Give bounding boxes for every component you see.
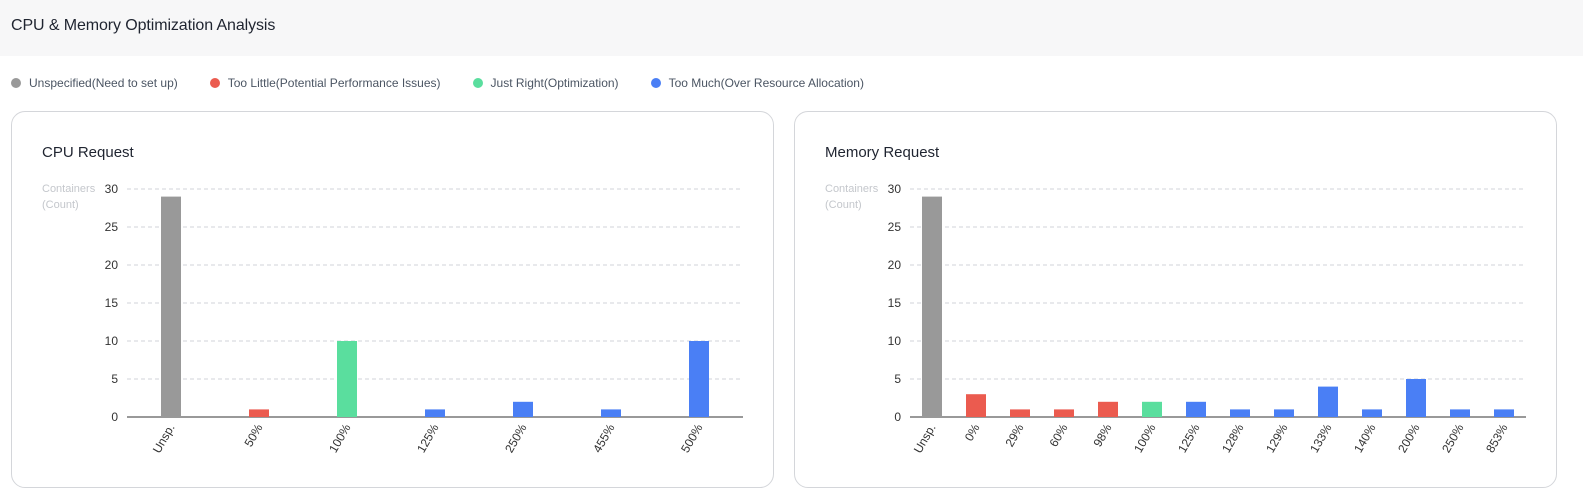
memory-bar[interactable] — [1186, 401, 1206, 417]
cpu-bar[interactable] — [689, 341, 709, 417]
legend-dot-just-right-icon — [472, 78, 483, 88]
memory-ylabel: Containers — [825, 183, 879, 195]
legend-label: Too Much(Over Resource Allocation) — [668, 76, 864, 90]
cpu-xtick-label: 125% — [414, 421, 442, 455]
cpu-xtick-label: Unsp. — [150, 422, 178, 456]
chart-legend: Unspecified(Need to set up) Too Little(P… — [11, 76, 896, 90]
memory-bar[interactable] — [1230, 409, 1250, 417]
memory-xtick-label: 125% — [1175, 421, 1203, 455]
memory-xtick-label: Unsp. — [911, 422, 939, 456]
memory-xtick-label: 133% — [1307, 421, 1335, 455]
memory-ytick-label: 15 — [888, 296, 902, 310]
memory-ytick-label: 5 — [894, 372, 901, 386]
memory-bar[interactable] — [1054, 409, 1074, 417]
memory-xtick-label: 250% — [1439, 421, 1467, 455]
memory-bar[interactable] — [966, 394, 986, 417]
page-title: CPU & Memory Optimization Analysis — [11, 17, 276, 34]
cpu-ytick-label: 10 — [105, 334, 119, 348]
memory-xtick-label: 29% — [1002, 421, 1026, 449]
memory-xtick-label: 200% — [1395, 421, 1423, 455]
memory-bar[interactable] — [1406, 379, 1426, 417]
cpu-request-chart: Containers (Count) 0 5 10 15 20 25 30 Unsp. 50% 100… — [42, 182, 743, 456]
memory-xtick-label: 853% — [1483, 421, 1511, 455]
memory-bar[interactable] — [1098, 401, 1118, 417]
memory-bar[interactable] — [1318, 386, 1338, 417]
cpu-bar[interactable] — [513, 401, 533, 417]
memory-ylabel: (Count) — [825, 199, 862, 211]
memory-bar[interactable] — [1142, 401, 1162, 417]
cpu-ytick-label: 15 — [105, 296, 119, 310]
legend-label: Just Right(Optimization) — [490, 76, 619, 90]
memory-request-chart: Containers (Count) 0 5 10 15 20 25 30 Unsp. 0% 29% 6… — [825, 182, 1526, 456]
cpu-xtick-label: 50% — [241, 421, 265, 449]
memory-xtick-label: 140% — [1351, 421, 1379, 455]
legend-label: Too Little(Potential Performance Issues) — [227, 76, 441, 90]
memory-bar[interactable] — [1010, 409, 1030, 417]
cpu-ylabel: Containers — [42, 183, 96, 195]
legend-item-too-much[interactable]: Too Much(Over Resource Allocation) — [650, 76, 864, 90]
legend-dot-unspecified-icon — [11, 78, 21, 88]
memory-ytick-label: 20 — [888, 258, 902, 272]
cpu-bar[interactable] — [601, 409, 621, 417]
legend-label: Unspecified(Need to set up) — [29, 76, 178, 90]
legend-item-just-right[interactable]: Just Right(Optimization) — [472, 76, 619, 90]
page-header: CPU & Memory Optimization Analysis — [0, 0, 1583, 56]
memory-xtick-label: 129% — [1263, 421, 1291, 455]
cpu-bar[interactable] — [249, 409, 269, 417]
cpu-ytick-label: 20 — [105, 258, 119, 272]
memory-bar[interactable] — [922, 196, 942, 417]
legend-item-unspecified[interactable]: Unspecified(Need to set up) — [11, 76, 178, 90]
memory-bar[interactable] — [1450, 409, 1470, 417]
cpu-request-card: CPU Request Containers (Count) 0 5 10 15 20 25 3… — [11, 111, 774, 488]
memory-ytick-label: 30 — [888, 182, 902, 196]
cpu-xtick-label: 100% — [326, 421, 354, 455]
memory-ytick-label: 0 — [894, 410, 901, 424]
cpu-bar[interactable] — [425, 409, 445, 417]
memory-xtick-label: 60% — [1046, 421, 1070, 449]
memory-ytick-label: 10 — [888, 334, 902, 348]
memory-xtick-label: 98% — [1090, 421, 1114, 449]
cpu-ytick-label: 25 — [105, 220, 119, 234]
memory-request-card: Memory Request Containers (Count) 0 5 10 15 20… — [794, 111, 1557, 488]
cpu-ytick-label: 5 — [111, 372, 118, 386]
cpu-ylabel: (Count) — [42, 199, 79, 211]
memory-bar[interactable] — [1362, 409, 1382, 417]
legend-dot-too-much-icon — [650, 78, 661, 88]
cpu-xtick-label: 250% — [502, 421, 530, 455]
cpu-bar[interactable] — [161, 196, 181, 417]
memory-bar[interactable] — [1274, 409, 1294, 417]
memory-xtick-label: 100% — [1131, 421, 1159, 455]
cpu-ytick-label: 0 — [111, 410, 118, 424]
cpu-xtick-label: 455% — [590, 421, 618, 455]
cpu-bar[interactable] — [337, 341, 357, 417]
memory-xtick-label: 128% — [1219, 421, 1247, 455]
memory-bar[interactable] — [1494, 409, 1514, 417]
cpu-xtick-label: 500% — [678, 421, 706, 455]
legend-item-too-little[interactable]: Too Little(Potential Performance Issues) — [209, 76, 441, 90]
legend-dot-too-little-icon — [209, 78, 220, 88]
memory-ytick-label: 25 — [888, 220, 902, 234]
cpu-ytick-label: 30 — [105, 182, 119, 196]
memory-xtick-label: 0% — [962, 421, 983, 443]
